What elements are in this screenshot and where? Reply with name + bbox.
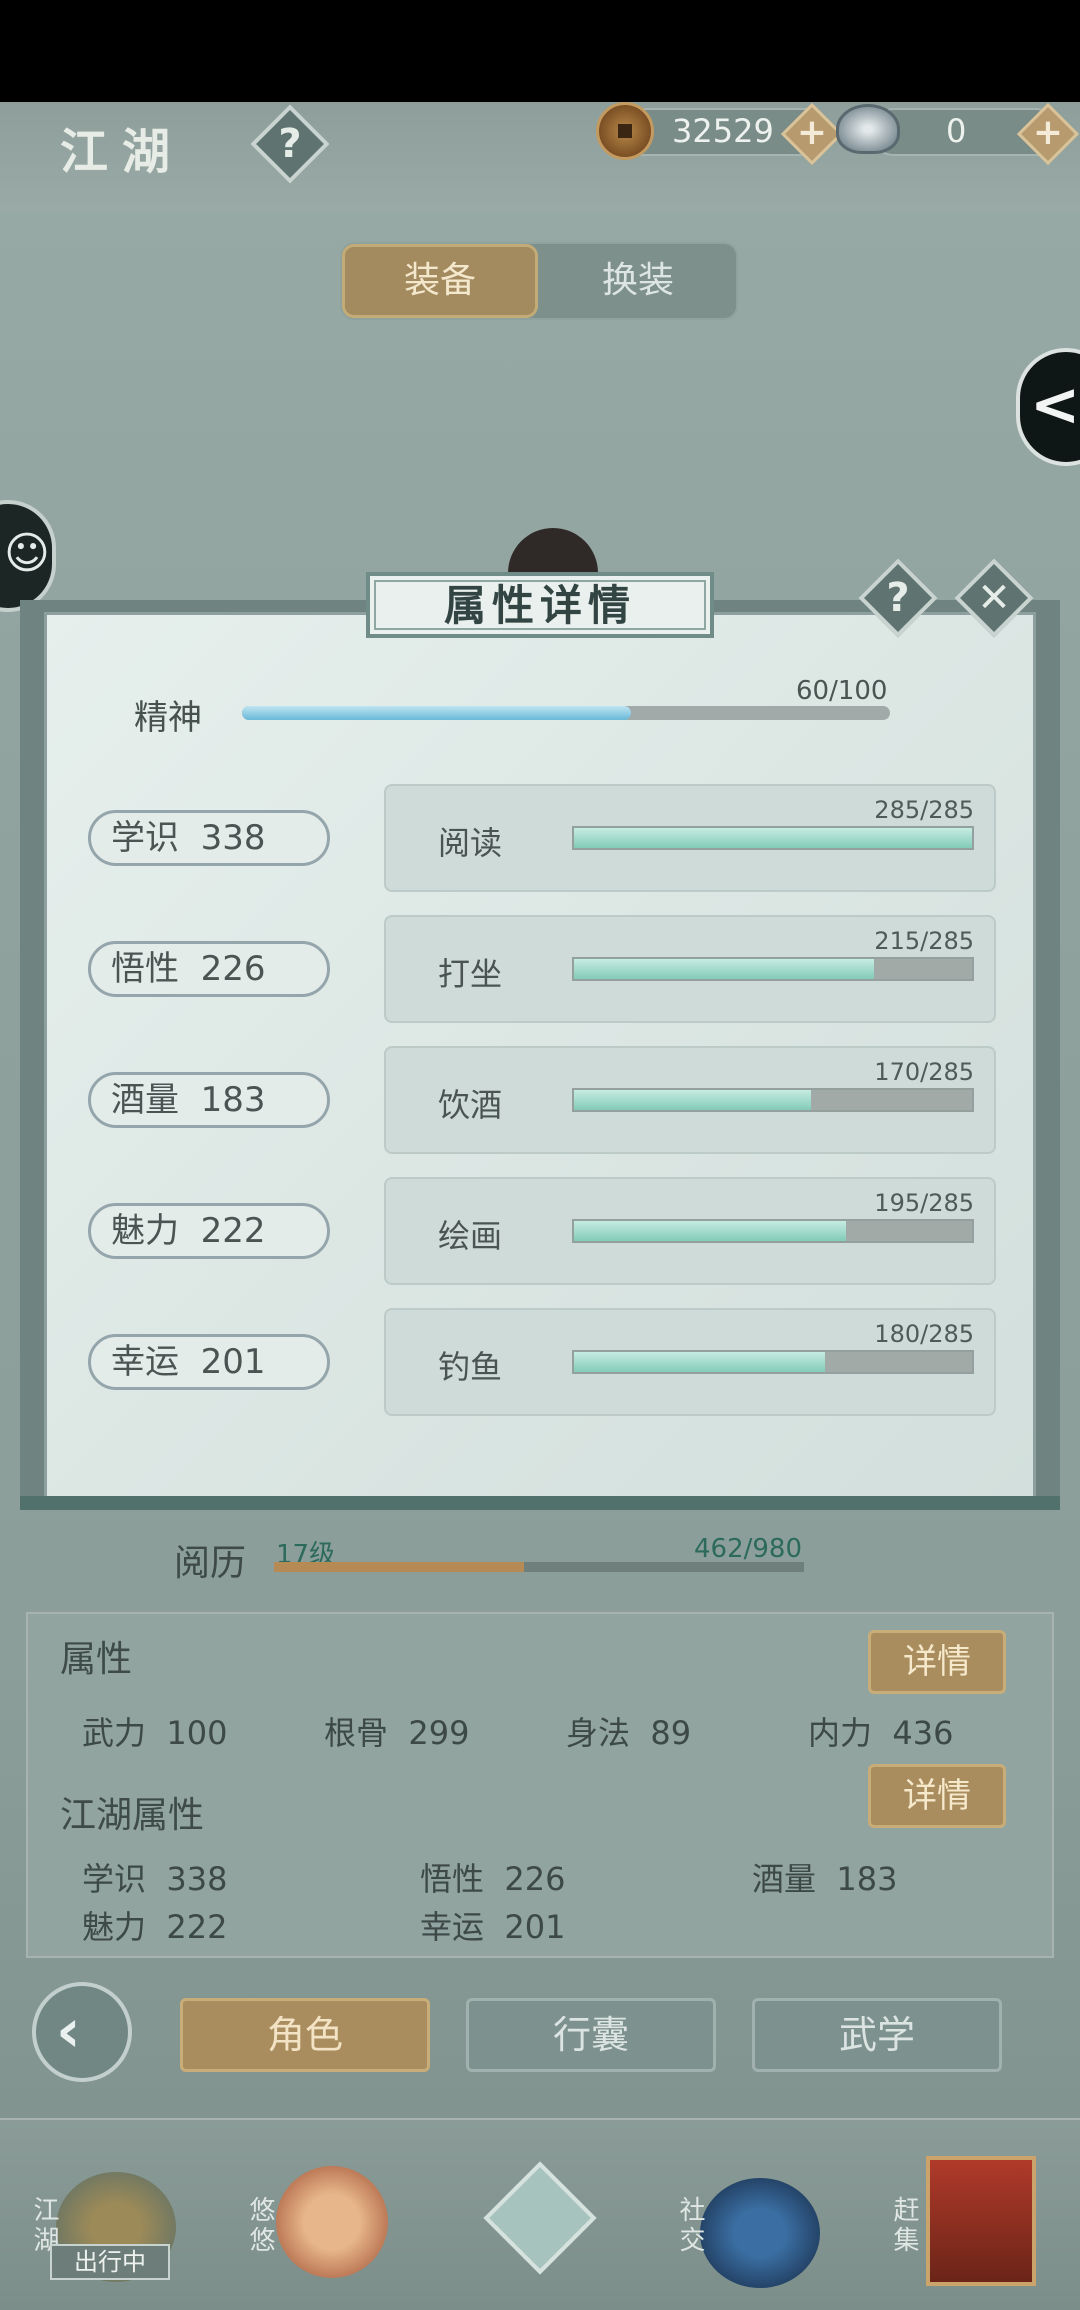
travel-status-badge: 出行中 xyxy=(50,2244,170,2280)
skill-progress-fill xyxy=(574,1221,846,1241)
jianghu-attribute-item: 悟性 226 xyxy=(420,1860,566,1898)
attribute-item: 根骨 299 xyxy=(324,1714,470,1752)
status-bar xyxy=(0,0,1080,102)
skill-value: 170/285 xyxy=(874,1058,974,1086)
chat-icon[interactable]: ☺ xyxy=(4,528,50,579)
copper-coin-icon xyxy=(596,102,654,160)
coin-value: 32529 xyxy=(672,112,774,150)
attributes-detail-button[interactable]: 详情 xyxy=(868,1630,1006,1694)
spirit-value: 60/100 xyxy=(796,676,888,706)
skill-value: 215/285 xyxy=(874,927,974,955)
attributes-title: 属性 xyxy=(60,1639,133,1680)
stat-pill: 悟性 226 xyxy=(88,941,330,997)
attribute-item: 武力 100 xyxy=(82,1714,228,1752)
skill-value: 180/285 xyxy=(874,1320,974,1348)
tab-role[interactable]: 角色 xyxy=(180,1998,430,2072)
nav-social-icon[interactable] xyxy=(700,2178,820,2288)
skill-name: 阅读 xyxy=(438,824,503,862)
question-icon[interactable]: ? xyxy=(262,116,318,172)
jianghu-attribute-item: 酒量 183 xyxy=(752,1860,898,1898)
skill-name: 绘画 xyxy=(438,1217,503,1255)
back-arrow-icon[interactable]: ‹ xyxy=(56,1996,81,2066)
skill-progress-fill xyxy=(574,1090,811,1110)
page-title: 江湖 xyxy=(60,124,185,180)
jianghu-attribute-item: 学识 338 xyxy=(82,1860,228,1898)
jianghu-attribute-item: 魅力 222 xyxy=(82,1908,228,1946)
plus-icon[interactable]: + xyxy=(1026,112,1070,156)
close-icon[interactable]: ✕ xyxy=(966,570,1022,626)
tab-bag[interactable]: 行囊 xyxy=(466,1998,716,2072)
modal-title: 属性详情 xyxy=(443,581,636,630)
skill-name: 钓鱼 xyxy=(438,1348,503,1386)
skill-progress-fill xyxy=(574,1352,825,1372)
experience-bar-fill xyxy=(274,1562,524,1572)
skill-progress-fill xyxy=(574,959,874,979)
plus-icon[interactable]: + xyxy=(790,112,834,156)
skill-value: 285/285 xyxy=(874,796,974,824)
tab-equip[interactable]: 装备 xyxy=(342,244,538,318)
attribute-item: 身法 89 xyxy=(566,1714,692,1752)
nav-market-icon[interactable] xyxy=(926,2156,1036,2286)
chevron-left-icon[interactable]: < xyxy=(1030,370,1080,440)
modal-bottom-border xyxy=(20,1496,1060,1510)
back-button[interactable] xyxy=(32,1982,132,2082)
skill-progress-fill xyxy=(574,828,972,848)
attribute-item: 内力 436 xyxy=(808,1714,954,1752)
tab-martial-arts[interactable]: 武学 xyxy=(752,1998,1002,2072)
jianghu-attributes-title: 江湖属性 xyxy=(60,1795,205,1836)
stat-pill: 魅力 222 xyxy=(88,1203,330,1259)
silver-ingot-icon xyxy=(836,104,900,154)
stat-pill: 酒量 183 xyxy=(88,1072,330,1128)
spirit-label: 精神 xyxy=(134,698,202,738)
nav-social-label[interactable]: 社交 xyxy=(672,2196,709,2256)
experience-label: 阅历 xyxy=(174,1543,247,1584)
spirit-bar-fill xyxy=(242,706,631,720)
tab-change-outfit[interactable]: 换装 xyxy=(540,244,736,318)
stat-pill: 学识 338 xyxy=(88,810,330,866)
skill-name: 打坐 xyxy=(438,955,503,993)
silver-value: 0 xyxy=(946,112,967,150)
question-icon[interactable]: ? xyxy=(870,570,926,626)
skill-value: 195/285 xyxy=(874,1189,974,1217)
jianghu-attribute-item: 幸运 201 xyxy=(420,1908,566,1946)
nav-market-label[interactable]: 赶集 xyxy=(886,2196,923,2256)
jianghu-attributes-detail-button[interactable]: 详情 xyxy=(868,1764,1006,1828)
skill-name: 饮酒 xyxy=(438,1086,503,1124)
nav-youyou-icon[interactable] xyxy=(276,2166,388,2278)
nav-youyou-label[interactable]: 悠悠 xyxy=(242,2196,279,2256)
stat-pill: 幸运 201 xyxy=(88,1334,330,1390)
experience-value: 462/980 xyxy=(694,1534,803,1564)
